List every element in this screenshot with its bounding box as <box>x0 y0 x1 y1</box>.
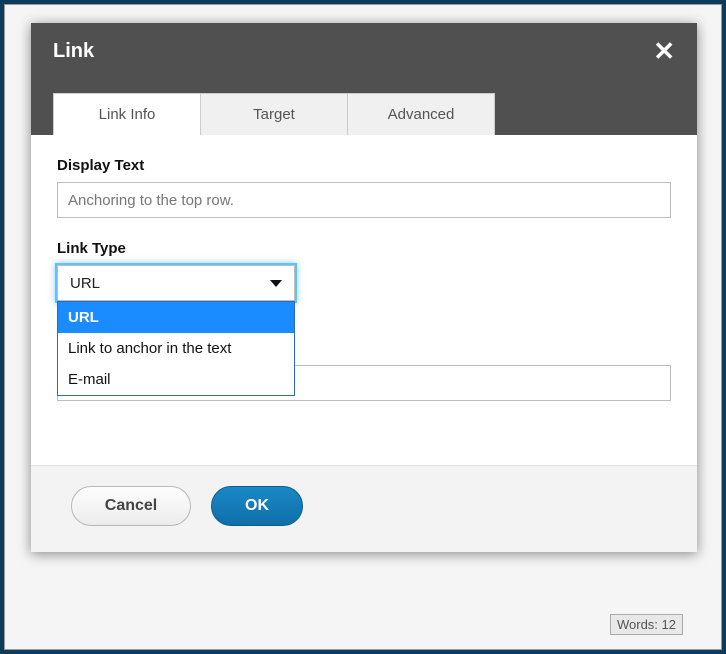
link-type-select[interactable]: URL URL Link to anchor in the text E-mai… <box>57 265 295 301</box>
link-type-selectbox[interactable]: URL <box>57 265 295 301</box>
dialog-titlebar: Link ✕ <box>31 23 697 79</box>
tab-link-info[interactable]: Link Info <box>53 93 201 135</box>
cancel-button-label: Cancel <box>105 497 157 514</box>
tab-label: Target <box>253 106 295 123</box>
words-count: 12 <box>662 617 676 632</box>
ok-button[interactable]: OK <box>211 486 303 526</box>
option-label: URL <box>68 309 99 326</box>
link-type-dropdown: URL Link to anchor in the text E-mail <box>57 301 295 396</box>
cancel-button[interactable]: Cancel <box>71 486 191 526</box>
dialog-footer: Cancel OK <box>31 465 697 552</box>
link-type-field: Link Type URL URL Link to anchor in the … <box>57 240 671 301</box>
tab-label: Advanced <box>388 106 455 123</box>
link-type-option-email[interactable]: E-mail <box>58 364 294 395</box>
chevron-down-icon <box>270 280 282 287</box>
dialog-body: Display Text Link Type URL URL Lin <box>31 135 697 465</box>
editor-backdrop: Words: 12 Link ✕ Link Info Target Advanc… <box>4 4 722 650</box>
display-text-field: Display Text <box>57 157 671 218</box>
link-dialog: Link ✕ Link Info Target Advanced Display… <box>31 23 697 552</box>
tabs: Link Info Target Advanced <box>53 93 675 135</box>
display-text-input[interactable] <box>57 182 671 218</box>
display-text-label: Display Text <box>57 157 671 174</box>
close-icon[interactable]: ✕ <box>653 38 675 64</box>
words-label: Words: <box>617 617 658 632</box>
ok-button-label: OK <box>245 497 269 514</box>
tab-label: Link Info <box>99 106 156 123</box>
link-type-selected: URL <box>70 275 100 292</box>
link-type-label: Link Type <box>57 240 671 257</box>
link-type-option-anchor[interactable]: Link to anchor in the text <box>58 333 294 364</box>
option-label: E-mail <box>68 371 111 388</box>
tab-target[interactable]: Target <box>200 93 348 135</box>
dialog-title: Link <box>53 40 94 63</box>
tab-advanced[interactable]: Advanced <box>347 93 495 135</box>
link-type-option-url[interactable]: URL <box>58 302 294 333</box>
option-label: Link to anchor in the text <box>68 340 231 357</box>
tabs-container: Link Info Target Advanced <box>31 79 697 135</box>
word-count-status: Words: 12 <box>610 614 683 635</box>
